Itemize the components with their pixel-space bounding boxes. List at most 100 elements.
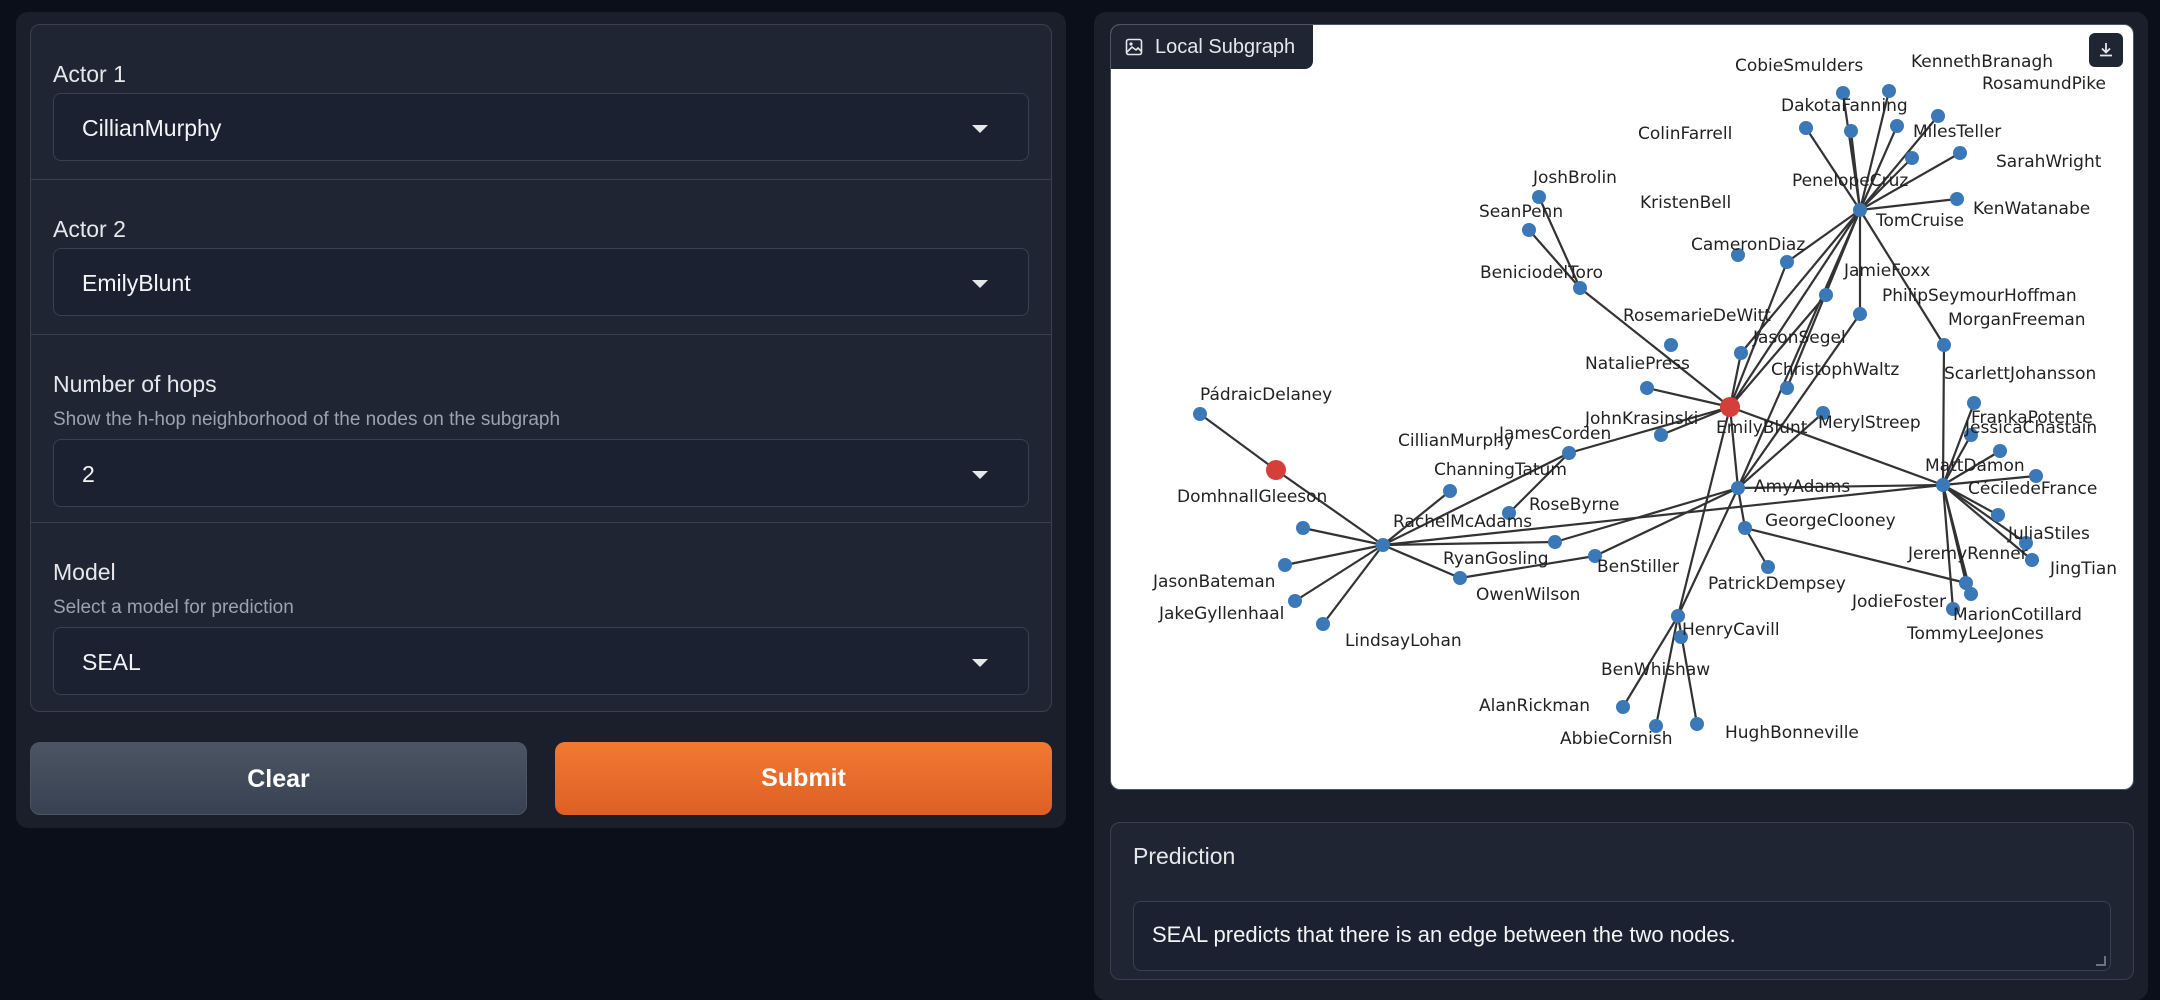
node-label: DakotaFanning [1781, 96, 1908, 116]
hops-info: Show the h-hop neighborhood of the nodes… [53, 409, 561, 430]
graph-node [1193, 407, 1207, 421]
actor2-value: EmilyBlunt [82, 270, 191, 296]
hops-value: 2 [82, 461, 95, 487]
model-dropdown[interactable]: SEAL [53, 627, 1029, 695]
node-label: MorganFreeman [1948, 310, 2086, 330]
chevron-down-icon [972, 125, 988, 133]
node-label: AlanRickman [1479, 696, 1590, 716]
node-label: KristenBell [1640, 193, 1731, 213]
model-row: Model Select a model for prediction SEAL [31, 523, 1051, 711]
chevron-down-icon [972, 471, 988, 479]
graph-node [1731, 481, 1745, 495]
chevron-down-icon [972, 280, 988, 288]
image-icon [1125, 38, 1143, 56]
graph-node [1654, 428, 1668, 442]
graph-node [1522, 223, 1536, 237]
node-label: TomCruise [1875, 211, 1964, 231]
graph-node [1936, 478, 1950, 492]
download-button[interactable] [2089, 33, 2123, 67]
hops-dropdown[interactable]: 2 [53, 439, 1029, 507]
node-label: KennethBranagh [1911, 52, 2053, 72]
node-label: OwenWilson [1476, 585, 1580, 605]
subgraph-image: CillianMurphy EmilyBlunt TomCruise MattDamo… [1110, 24, 2134, 790]
node-label: JasonSegel [1752, 328, 1846, 348]
graph-node [1278, 558, 1292, 572]
node-label: LindsayLohan [1345, 631, 1462, 651]
actor1-row: Actor 1 CillianMurphy [31, 25, 1051, 180]
node-label: SeanPenn [1479, 202, 1563, 222]
node-label: RyanGosling [1443, 549, 1549, 569]
node-label: ChanningTatum [1434, 460, 1567, 480]
node-label: EmilyBlunt [1716, 418, 1808, 438]
model-label: Model [53, 559, 116, 585]
node-label: JingTian [2049, 559, 2117, 579]
graph-tag: Local Subgraph [1111, 25, 1314, 69]
graph-node [1664, 338, 1678, 352]
graph-title: Local Subgraph [1155, 35, 1296, 58]
node-label: TommyLeeJones [1906, 624, 2044, 644]
graph-node [1853, 203, 1867, 217]
graph-node [1853, 307, 1867, 321]
node-label: JasonBateman [1152, 572, 1275, 592]
node-label: ScarlettJohansson [1944, 364, 2096, 384]
subgraph-plot: CillianMurphy EmilyBlunt TomCruise MattDamo… [1152, 52, 2117, 749]
node-label: HughBonneville [1725, 723, 1859, 743]
node-label: JodieFoster [1851, 592, 1946, 612]
graph-edge [1677, 487, 1739, 617]
graph-node [1761, 560, 1775, 574]
graph-node [1937, 338, 1951, 352]
node-label: ColinFarrell [1638, 124, 1732, 144]
graph-node [1844, 124, 1858, 138]
node-label: MilesTeller [1913, 122, 2001, 142]
node-label: HenryCavill [1682, 620, 1780, 640]
actor1-label: Actor 1 [53, 61, 126, 87]
node-label: JessicaChastain [1964, 418, 2097, 438]
graph-node [1890, 119, 1904, 133]
submit-button[interactable]: Submit [555, 742, 1052, 815]
graph-node [1296, 521, 1310, 535]
hops-row: Number of hops Show the h-hop neighborho… [31, 335, 1051, 523]
graph-node [1690, 717, 1704, 731]
clear-button[interactable]: Clear [30, 742, 527, 815]
node-label: PatrickDempsey [1708, 574, 1846, 594]
graph-node [1720, 397, 1740, 417]
graph-edge [1199, 413, 1277, 471]
prediction-textbox[interactable]: SEAL predicts that there is an edge betw… [1133, 901, 2111, 971]
graph-node [1443, 484, 1457, 498]
node-label: RoseByrne [1529, 495, 1619, 515]
node-label: CobieSmulders [1735, 56, 1863, 76]
graph-node [1991, 508, 2005, 522]
prediction-label: Prediction [1133, 843, 1236, 869]
chevron-down-icon [972, 659, 988, 667]
output-panel: CillianMurphy EmilyBlunt TomCruise MattDamo… [1094, 12, 2148, 1000]
node-label: NataliePress [1585, 354, 1690, 374]
node-label: CillianMurphy [1398, 431, 1514, 451]
graph-node [1780, 381, 1794, 395]
node-label: MerylStreep [1818, 413, 1921, 433]
graph-node [1738, 521, 1752, 535]
node-label: BenWhishaw [1601, 660, 1710, 680]
graph-node [1316, 617, 1330, 631]
node-label: RosemarieDeWitt [1623, 306, 1771, 326]
graph-node [1573, 281, 1587, 295]
graph-node [1819, 288, 1833, 302]
graph-node [1376, 538, 1390, 552]
node-label: MarionCotillard [1953, 605, 2082, 625]
actor2-dropdown[interactable]: EmilyBlunt [53, 248, 1029, 316]
resize-grip-icon[interactable] [2096, 956, 2106, 966]
node-label: PádraicDelaney [1200, 385, 1332, 405]
graph-node [1734, 346, 1748, 360]
graph-node [1964, 587, 1978, 601]
actor1-dropdown[interactable]: CillianMurphy [53, 93, 1029, 161]
graph-node [1548, 535, 1562, 549]
graph-node [1288, 594, 1302, 608]
node-label: JamesCorden [1498, 424, 1611, 444]
node-label: KenWatanabe [1973, 199, 2090, 219]
graph-edge [1322, 544, 1384, 625]
node-label: SarahWright [1996, 152, 2102, 172]
node-label: BeniciodelToro [1480, 263, 1603, 283]
actor2-label: Actor 2 [53, 216, 126, 242]
hops-label: Number of hops [53, 371, 217, 397]
node-label: CéciledeFrance [1968, 479, 2097, 499]
node-label: JoshBrolin [1532, 168, 1617, 188]
